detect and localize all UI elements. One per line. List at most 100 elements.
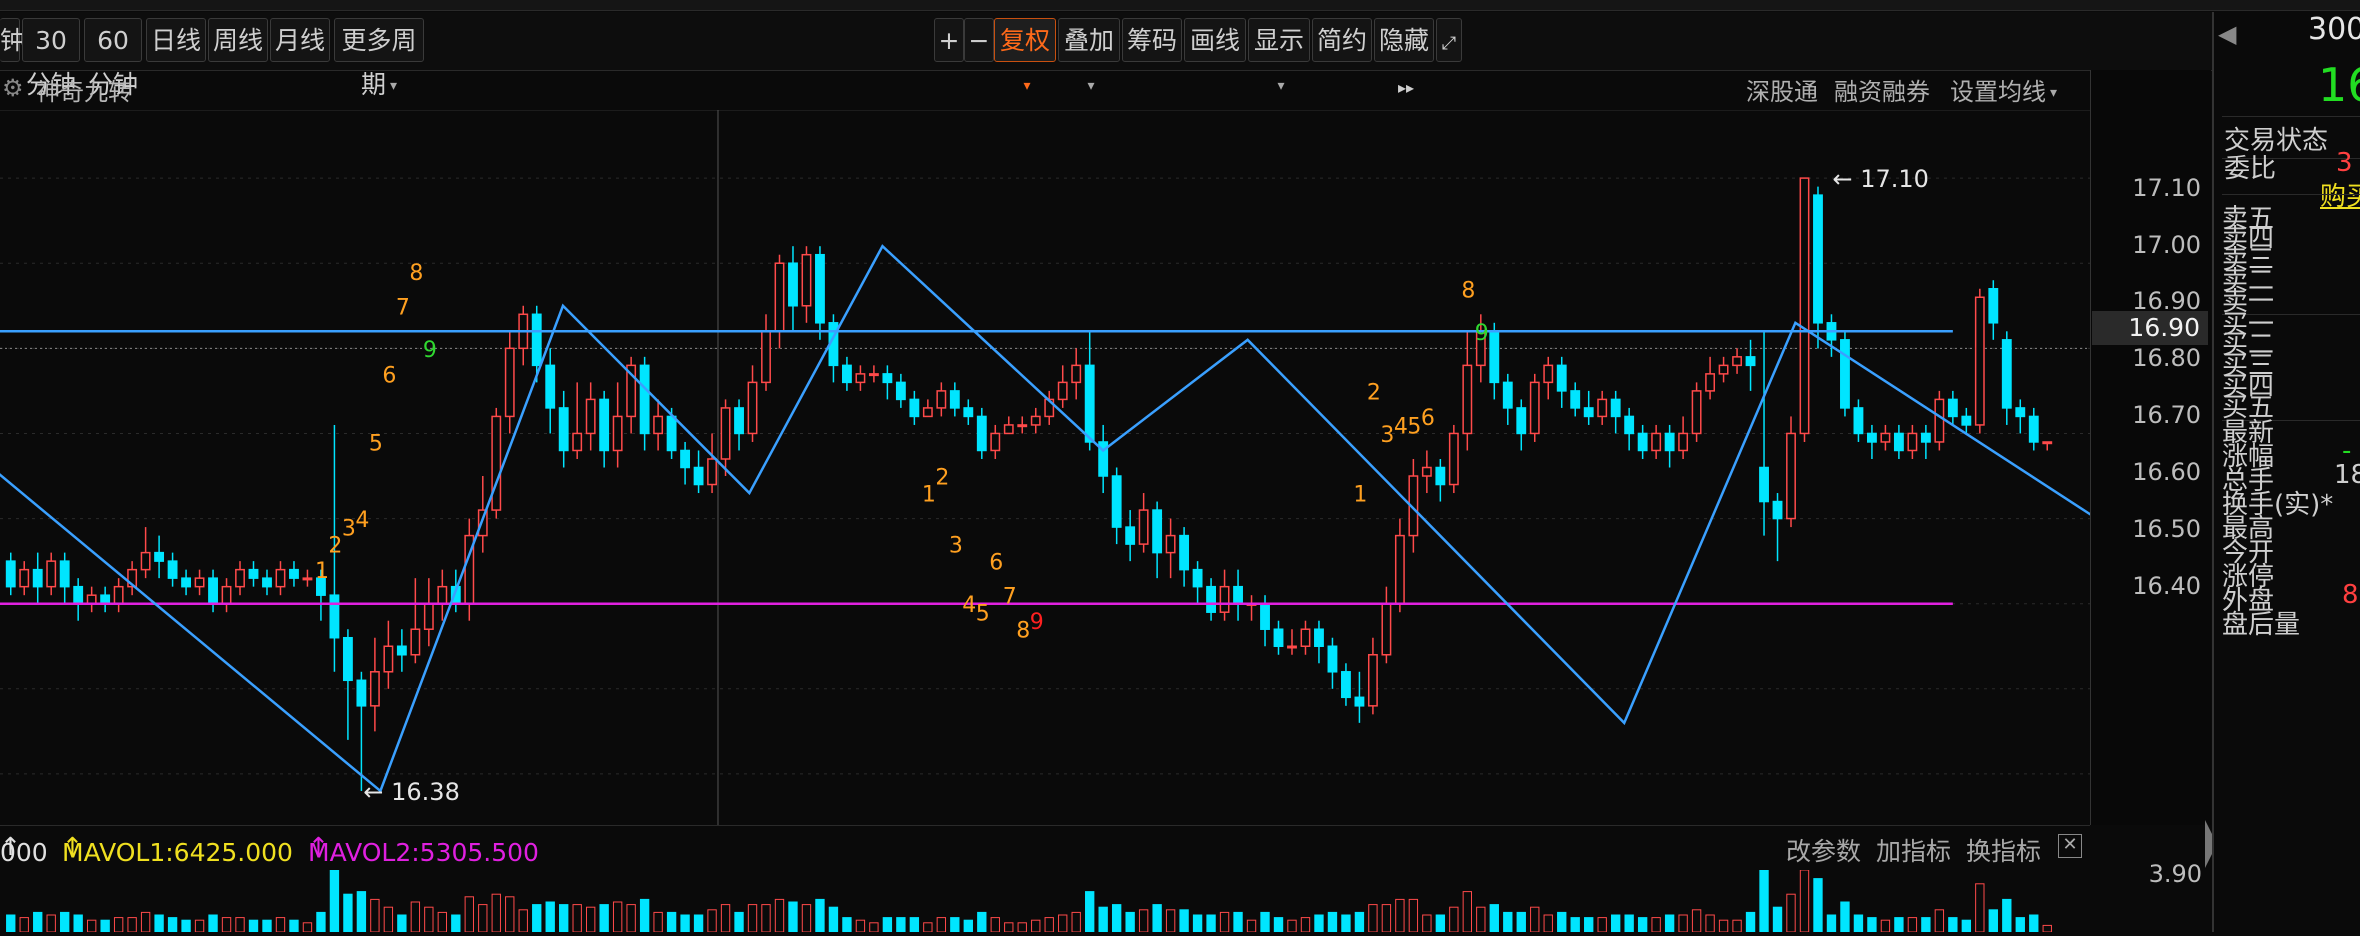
- volume-bar: [1476, 906, 1486, 933]
- candlestick-svg[interactable]: ← 17.10← 16.38123 4567891234 5678 9123 4 5 689: [0, 110, 2197, 825]
- candle-up: [774, 262, 785, 333]
- volume-bar: [1530, 906, 1540, 933]
- candle-down: [262, 577, 272, 588]
- period-60min-button[interactable]: 60分钟: [84, 18, 142, 99]
- volume-bar: [1624, 914, 1634, 933]
- nine-turn-label: 8: [1461, 278, 1475, 303]
- volume-bar: [896, 917, 906, 933]
- back-arrow-icon[interactable]: ◀: [2218, 20, 2236, 48]
- candle-up: [1691, 390, 1702, 435]
- zoom-in-button[interactable]: +: [934, 18, 964, 62]
- close-icon[interactable]: ✕: [2058, 834, 2082, 858]
- candle-down: [882, 373, 893, 384]
- low-annotation: ← 16.38: [363, 778, 459, 806]
- volume-bar: [1934, 909, 1945, 933]
- candle-up: [1421, 466, 1432, 477]
- candle-down: [599, 398, 610, 452]
- draw-line-button[interactable]: 画线: [1184, 18, 1246, 62]
- candle-down: [154, 551, 165, 562]
- candle-up: [1394, 534, 1405, 605]
- candle-up: [383, 645, 394, 673]
- zoom-out-button[interactable]: −: [964, 18, 994, 62]
- candle-up: [1907, 432, 1918, 452]
- candle-up: [1219, 585, 1230, 613]
- period-30min-button[interactable]: 30分钟: [22, 18, 80, 99]
- candle-down: [949, 390, 960, 409]
- more-periods-dropdown[interactable]: 更多周期 ▾: [334, 18, 424, 99]
- volume-svg: [6, 869, 2052, 933]
- candle-down: [1341, 671, 1351, 699]
- switch-indicator-button[interactable]: 换指标: [1966, 832, 2041, 868]
- volume-bar: [1300, 917, 1311, 933]
- volume-bar: [1786, 893, 1796, 933]
- nine-turn-label: 9: [423, 338, 437, 363]
- volume-bar: [1745, 911, 1756, 933]
- period-minute-button[interactable]: 钟: [0, 18, 25, 62]
- volume-bar: [1165, 909, 1176, 933]
- sz-connect-link[interactable]: 深股通: [1746, 72, 1818, 107]
- nine-turn-label: 6: [1421, 406, 1435, 431]
- indicator-title[interactable]: 神奇九转: [36, 72, 132, 107]
- volume-bar: [1031, 919, 1041, 933]
- nine-turn-label: 8: [1016, 619, 1030, 644]
- hide-label: 隐藏: [1378, 26, 1429, 55]
- volume-bar: [1610, 914, 1621, 933]
- candle-down: [963, 407, 974, 418]
- volume-bar: [1368, 904, 1378, 933]
- candle-down: [100, 594, 111, 605]
- candle-down: [1583, 407, 1594, 418]
- nine-turn-label: 5: [976, 602, 990, 627]
- vol-value: 000 ↑: [0, 832, 48, 867]
- edit-params-button[interactable]: 改参数: [1786, 832, 1861, 868]
- indicator-header: ⚙ 神奇九转 深股通 融资融券 设置均线 ▾: [0, 70, 2090, 111]
- period-day-button[interactable]: 日线: [146, 18, 206, 62]
- candle-down: [2028, 415, 2039, 443]
- period-month-button[interactable]: 月线: [270, 18, 330, 62]
- nine-turn-label: 9: [1475, 321, 1489, 346]
- current-price-badge: 16.90: [2092, 311, 2208, 345]
- nine-turn-label: 1: [922, 483, 936, 508]
- volume-bar: [1462, 891, 1473, 933]
- gear-icon[interactable]: ⚙: [2, 74, 24, 102]
- mavol2-value: MAVOL2:5305.500 ↑: [308, 832, 539, 867]
- overlay-dropdown[interactable]: 叠加▾: [1058, 18, 1120, 94]
- display-dropdown[interactable]: 显示▾: [1248, 18, 1310, 94]
- volume-bar: [626, 904, 636, 933]
- volume-bar: [113, 917, 124, 933]
- volume-bar: [1449, 906, 1459, 933]
- ratio-value: 3: [2336, 148, 2353, 178]
- ma-settings-dropdown[interactable]: 设置均线 ▾: [1950, 72, 2057, 107]
- volume-bar: [1637, 917, 1648, 933]
- candle-up: [1030, 415, 1041, 426]
- candle-down: [342, 636, 353, 682]
- volume-bar: [221, 917, 232, 933]
- candle-up: [423, 602, 434, 630]
- candle-up: [1543, 364, 1554, 384]
- nine-turn-label: 4: [1394, 414, 1408, 439]
- volume-bar: [545, 901, 555, 933]
- volume-bar: [693, 914, 704, 933]
- chip-distribution-button[interactable]: 筹码: [1122, 18, 1182, 62]
- volume-bar: [1813, 878, 1823, 933]
- candle-down: [1961, 415, 1972, 426]
- volume-bar: [235, 917, 245, 933]
- nine-turn-label: 5: [1407, 414, 1421, 439]
- volume-bar: [774, 898, 785, 933]
- candlestick-chart[interactable]: ← 17.10 ← 16.38 1 2 3 4 5 6 7 8 9 1 2 3 4 5 6 7 8 9 1 2 3 4 5 6 8 9: [0, 110, 2197, 825]
- candle-down: [976, 415, 987, 452]
- add-indicator-button[interactable]: 加指标: [1876, 832, 1951, 868]
- volume-bar: [1840, 901, 1850, 933]
- margin-trading-link[interactable]: 融资融券: [1834, 72, 1930, 107]
- period-week-button[interactable]: 周线: [208, 18, 268, 62]
- simple-mode-button[interactable]: 简约: [1312, 18, 1372, 62]
- adjust-rights-dropdown[interactable]: 复权▾: [994, 18, 1056, 94]
- volume-bar: [639, 898, 650, 933]
- candle-up: [491, 415, 502, 511]
- volume-bar: [1907, 917, 1918, 933]
- volume-bar: [1273, 917, 1284, 933]
- candle-up: [653, 415, 664, 435]
- hide-button[interactable]: 隐藏▸▸: [1374, 18, 1434, 97]
- fullscreen-button[interactable]: ⤢: [1436, 18, 1462, 62]
- candle-up: [1287, 645, 1297, 649]
- volume-bar: [1894, 917, 1904, 933]
